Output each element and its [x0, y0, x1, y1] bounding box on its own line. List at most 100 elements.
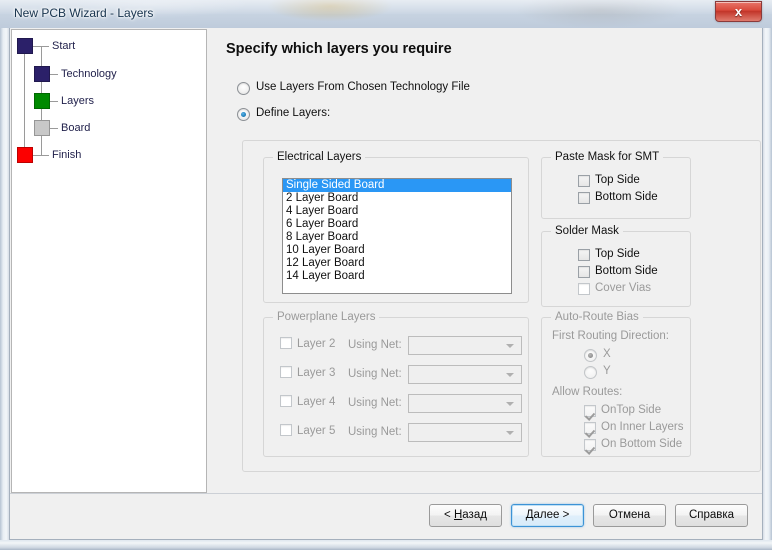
list-item[interactable]: 2 Layer Board [283, 192, 511, 205]
solder-mask-option-checkbox[interactable] [578, 283, 590, 295]
list-item[interactable]: 12 Layer Board [283, 257, 511, 270]
powerplane-layer-checkbox[interactable] [280, 366, 292, 378]
radio-indicator [584, 366, 597, 379]
window-title: New PCB Wizard - Layers [14, 6, 154, 20]
auto-route-bias-title: Auto-Route Bias [551, 311, 643, 323]
pcb-wizard-window: New PCB Wizard - Layers x Start Technolog… [0, 0, 772, 550]
help-button[interactable]: Справка [675, 504, 748, 527]
powerplane-row: Layer 4 Using Net: [280, 394, 524, 414]
back-button[interactable]: < Назад [429, 504, 502, 527]
sidebar-item-label: Layers [61, 95, 95, 107]
help-button-label: Справка [688, 509, 735, 521]
solder-mask-option-label: Top Side [595, 248, 640, 260]
paste-mask-groupbox: Paste Mask for SMT Top Side Bottom Side [541, 151, 691, 219]
powerplane-layer-checkbox[interactable] [280, 337, 292, 349]
using-net-value [410, 396, 501, 411]
allow-route-option-checkbox[interactable] [584, 422, 596, 434]
back-button-label: азад [462, 509, 487, 521]
combobox-dropdown-button[interactable] [501, 396, 520, 411]
page-title: Specify which layers you require [226, 41, 452, 57]
first-routing-direction-label: First Routing Direction: [552, 330, 669, 342]
tree-connector-line [33, 46, 49, 47]
step-marker-icon [17, 38, 33, 54]
combobox-dropdown-button[interactable] [501, 367, 520, 382]
using-net-label: Using Net: [348, 397, 402, 409]
routing-direction-label: Y [603, 365, 611, 377]
step-marker-icon [34, 120, 50, 136]
title-bar[interactable]: New PCB Wizard - Layers x [0, 0, 772, 28]
list-item[interactable]: 14 Layer Board [283, 270, 511, 283]
wizard-step-tree: Start Technology Layers Board Finish [12, 30, 208, 492]
list-item[interactable]: 8 Layer Board [283, 231, 511, 244]
list-item[interactable]: 10 Layer Board [283, 244, 511, 257]
allow-route-option-label: OnTop Side [601, 404, 662, 416]
step-marker-icon [17, 147, 33, 163]
combobox-dropdown-button[interactable] [501, 338, 520, 353]
chevron-down-icon [506, 431, 514, 435]
close-icon: x [734, 4, 743, 19]
solder-mask-option-checkbox[interactable] [578, 249, 590, 261]
powerplane-layer-label: Layer 4 [297, 396, 336, 408]
paste-mask-option-label: Bottom Side [595, 191, 658, 203]
chevron-down-icon [506, 402, 514, 406]
next-button[interactable]: Далее > [511, 504, 584, 527]
cancel-button[interactable]: Отмена [593, 504, 666, 527]
back-button-prefix: < [444, 509, 454, 521]
allow-route-option-checkbox[interactable] [584, 439, 596, 451]
paste-mask-option-checkbox[interactable] [578, 192, 590, 204]
radio-label: Define Layers: [256, 107, 331, 119]
chevron-down-icon [506, 373, 514, 377]
using-net-combobox[interactable] [408, 336, 522, 355]
solder-mask-option-label: Cover Vias [595, 282, 652, 294]
dialog-footer: < Назад Далее > Отмена Справка [10, 494, 762, 539]
window-frame-right [763, 0, 772, 550]
using-net-value [410, 367, 501, 382]
sidebar-item-label: Finish [52, 149, 82, 161]
using-net-combobox[interactable] [408, 365, 522, 384]
powerplane-row: Layer 3 Using Net: [280, 365, 524, 385]
list-item[interactable]: 4 Layer Board [283, 205, 511, 218]
powerplane-layer-label: Layer 5 [297, 425, 336, 437]
combobox-dropdown-button[interactable] [501, 425, 520, 440]
radio-indicator [237, 82, 250, 95]
routing-direction-label: X [603, 348, 611, 360]
step-marker-icon [34, 66, 50, 82]
dialog-upper-region: Start Technology Layers Board Finish Specify… [10, 28, 762, 494]
paste-mask-option-checkbox[interactable] [578, 175, 590, 187]
solder-mask-title: Solder Mask [551, 225, 623, 237]
powerplane-layers-groupbox: Powerplane Layers Layer 2 Using Net: Layer… [263, 311, 529, 457]
using-net-combobox[interactable] [408, 394, 522, 413]
using-net-label: Using Net: [348, 339, 402, 351]
paste-mask-option-label: Top Side [595, 174, 640, 186]
tree-connector-line [50, 128, 58, 129]
wizard-step-sidebar: Start Technology Layers Board Finish [11, 29, 207, 493]
list-item[interactable]: 6 Layer Board [283, 218, 511, 231]
cancel-button-label: Отмена [608, 509, 651, 521]
radio-indicator [584, 349, 597, 362]
sidebar-item-label: Board [61, 122, 91, 134]
powerplane-row: Layer 2 Using Net: [280, 336, 524, 356]
solder-mask-option-checkbox[interactable] [578, 266, 590, 278]
allow-route-option-label: On Bottom Side [601, 438, 683, 450]
allow-routes-label: Allow Routes: [552, 386, 623, 398]
powerplane-layer-checkbox[interactable] [280, 424, 292, 436]
close-button[interactable]: x [715, 1, 762, 22]
paste-mask-title: Paste Mask for SMT [551, 151, 664, 163]
electrical-layers-groupbox: Electrical Layers Single Sided Board 2 La… [263, 151, 529, 303]
next-button-label: Далее > [525, 509, 570, 521]
define-layers-groupbox: Electrical Layers Single Sided Board 2 La… [242, 140, 761, 472]
using-net-combobox[interactable] [408, 423, 522, 442]
window-frame-left [0, 0, 9, 550]
tree-trunk-line [24, 54, 25, 155]
electrical-layers-listbox[interactable]: Single Sided Board 2 Layer Board 4 Layer B… [282, 178, 512, 294]
powerplane-layers-title: Powerplane Layers [273, 311, 380, 323]
window-frame-bottom [0, 540, 772, 550]
sidebar-item-label: Technology [61, 68, 117, 80]
using-net-label: Using Net: [348, 368, 402, 380]
allow-route-option-checkbox[interactable] [584, 405, 596, 417]
chevron-down-icon [506, 344, 514, 348]
list-item[interactable]: Single Sided Board [283, 179, 511, 192]
sidebar-item-label: Start [52, 40, 76, 52]
using-net-value [410, 425, 501, 440]
powerplane-layer-checkbox[interactable] [280, 395, 292, 407]
